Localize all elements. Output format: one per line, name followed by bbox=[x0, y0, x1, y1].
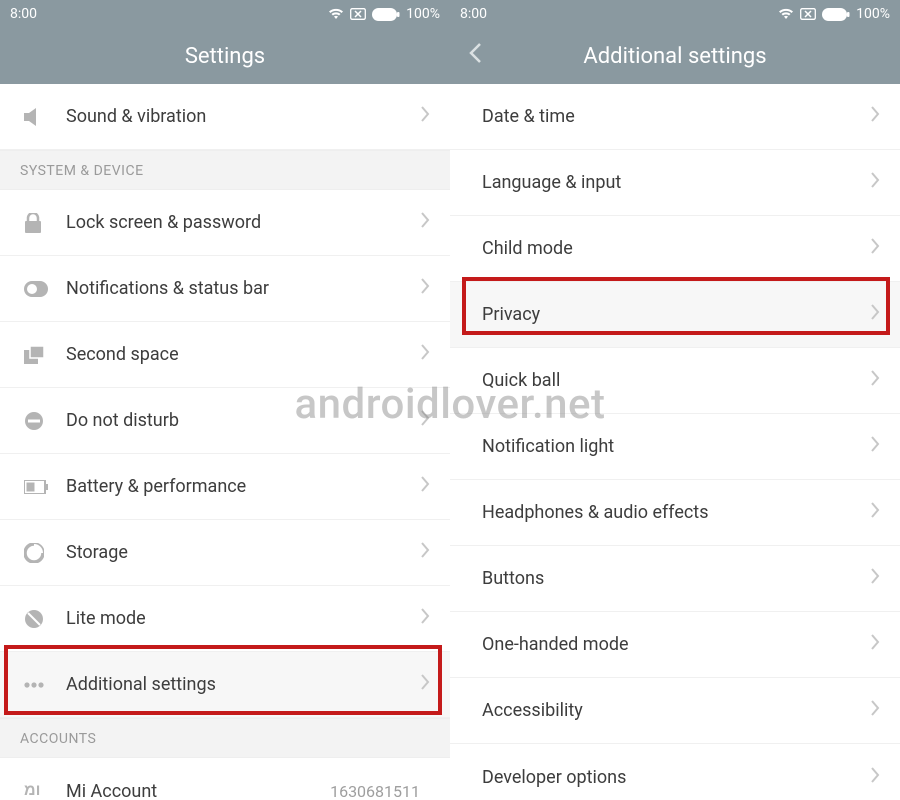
chevron-right-icon bbox=[870, 568, 880, 589]
row-date-time[interactable]: Date & time bbox=[450, 84, 900, 150]
row-label: Additional settings bbox=[66, 674, 420, 695]
row-developer-options[interactable]: Developer options bbox=[450, 744, 900, 800]
status-time: 8:00 bbox=[460, 6, 487, 22]
page-title: Settings bbox=[185, 44, 265, 69]
row-storage[interactable]: Storage bbox=[0, 520, 450, 586]
row-label: Lite mode bbox=[66, 608, 420, 629]
chevron-right-icon bbox=[420, 542, 430, 563]
row-label: Sound & vibration bbox=[66, 106, 420, 127]
status-icons: 100% bbox=[328, 6, 440, 22]
chevron-right-icon bbox=[420, 674, 430, 695]
back-button[interactable] bbox=[468, 42, 482, 70]
row-notification-light[interactable]: Notification light bbox=[450, 414, 900, 480]
row-label: Headphones & audio effects bbox=[482, 502, 870, 523]
windows-icon bbox=[24, 346, 66, 364]
chevron-right-icon bbox=[870, 502, 880, 523]
mi-logo-icon: ומ bbox=[24, 782, 66, 800]
row-label: Buttons bbox=[482, 568, 870, 589]
status-bar: 8:00 100% bbox=[0, 0, 450, 28]
chevron-right-icon bbox=[870, 238, 880, 259]
row-label: Notification light bbox=[482, 436, 870, 457]
row-do-not-disturb[interactable]: Do not disturb bbox=[0, 388, 450, 454]
row-value: 1630681511 bbox=[330, 782, 420, 800]
row-label: Mi Account bbox=[66, 781, 330, 800]
battery-icon bbox=[822, 8, 850, 21]
row-label: Privacy bbox=[482, 304, 870, 325]
row-label: One-handed mode bbox=[482, 634, 870, 655]
storage-icon bbox=[24, 543, 66, 563]
row-label: Lock screen & password bbox=[66, 212, 420, 233]
chevron-right-icon bbox=[420, 212, 430, 233]
status-icons: 100% bbox=[778, 6, 890, 22]
chevron-right-icon bbox=[420, 344, 430, 365]
battery-percentage: 100% bbox=[406, 6, 440, 22]
cancel-box-icon bbox=[350, 8, 366, 20]
chevron-right-icon bbox=[870, 767, 880, 788]
chevron-right-icon bbox=[420, 476, 430, 497]
toggle-icon bbox=[24, 281, 66, 297]
settings-panel-left: 8:00 100% Settings Sound & vibration SYS… bbox=[0, 0, 450, 800]
row-accessibility[interactable]: Accessibility bbox=[450, 678, 900, 744]
row-label: Do not disturb bbox=[66, 410, 420, 431]
status-time: 8:00 bbox=[10, 6, 37, 22]
row-additional-settings[interactable]: Additional settings bbox=[0, 652, 450, 718]
chevron-right-icon bbox=[870, 106, 880, 127]
chevron-right-icon bbox=[870, 436, 880, 457]
chevron-right-icon bbox=[420, 278, 430, 299]
row-sound-vibration[interactable]: Sound & vibration bbox=[0, 84, 450, 150]
lock-icon bbox=[24, 213, 66, 233]
speaker-icon bbox=[24, 108, 66, 126]
battery-percentage: 100% bbox=[856, 6, 890, 22]
cancel-box-icon bbox=[800, 8, 816, 20]
settings-panel-right: 8:00 100% Additional settings Date & tim… bbox=[450, 0, 900, 800]
row-label: Quick ball bbox=[482, 370, 870, 391]
row-one-handed[interactable]: One-handed mode bbox=[450, 612, 900, 678]
row-label: Child mode bbox=[482, 238, 870, 259]
row-label: Developer options bbox=[482, 767, 870, 788]
chevron-right-icon bbox=[420, 608, 430, 629]
row-label: Storage bbox=[66, 542, 420, 563]
chevron-right-icon bbox=[420, 106, 430, 127]
chevron-right-icon bbox=[420, 410, 430, 431]
settings-list: Sound & vibration SYSTEM & DEVICE Lock s… bbox=[0, 84, 450, 800]
wifi-icon bbox=[328, 8, 344, 20]
row-privacy[interactable]: Privacy bbox=[450, 282, 900, 348]
wifi-icon bbox=[778, 8, 794, 20]
battery-icon bbox=[372, 8, 400, 21]
row-label: Accessibility bbox=[482, 700, 870, 721]
status-bar: 8:00 100% bbox=[450, 0, 900, 28]
row-lite-mode[interactable]: Lite mode bbox=[0, 586, 450, 652]
more-dots-icon bbox=[24, 682, 66, 688]
chevron-right-icon bbox=[870, 304, 880, 325]
row-label: Language & input bbox=[482, 172, 870, 193]
dnd-icon bbox=[24, 411, 66, 431]
row-label: Second space bbox=[66, 344, 420, 365]
row-quick-ball[interactable]: Quick ball bbox=[450, 348, 900, 414]
row-language-input[interactable]: Language & input bbox=[450, 150, 900, 216]
section-header-system: SYSTEM & DEVICE bbox=[0, 150, 450, 190]
chevron-right-icon bbox=[870, 370, 880, 391]
row-battery[interactable]: Battery & performance bbox=[0, 454, 450, 520]
row-label: Battery & performance bbox=[66, 476, 420, 497]
battery-icon bbox=[24, 480, 66, 494]
title-bar: Additional settings bbox=[450, 28, 900, 84]
additional-settings-list: Date & time Language & input Child mode … bbox=[450, 84, 900, 800]
chevron-right-icon bbox=[870, 634, 880, 655]
section-header-accounts: ACCOUNTS bbox=[0, 718, 450, 758]
row-notifications[interactable]: Notifications & status bar bbox=[0, 256, 450, 322]
title-bar: Settings bbox=[0, 28, 450, 84]
row-headphones[interactable]: Headphones & audio effects bbox=[450, 480, 900, 546]
row-mi-account[interactable]: ומ Mi Account 1630681511 bbox=[0, 758, 450, 800]
row-label: Notifications & status bar bbox=[66, 278, 420, 299]
row-second-space[interactable]: Second space bbox=[0, 322, 450, 388]
chevron-right-icon bbox=[870, 700, 880, 721]
row-buttons[interactable]: Buttons bbox=[450, 546, 900, 612]
page-title: Additional settings bbox=[583, 44, 766, 69]
row-label: Date & time bbox=[482, 106, 870, 127]
lite-mode-icon bbox=[24, 609, 66, 629]
row-lock-screen[interactable]: Lock screen & password bbox=[0, 190, 450, 256]
chevron-right-icon bbox=[870, 172, 880, 193]
row-child-mode[interactable]: Child mode bbox=[450, 216, 900, 282]
